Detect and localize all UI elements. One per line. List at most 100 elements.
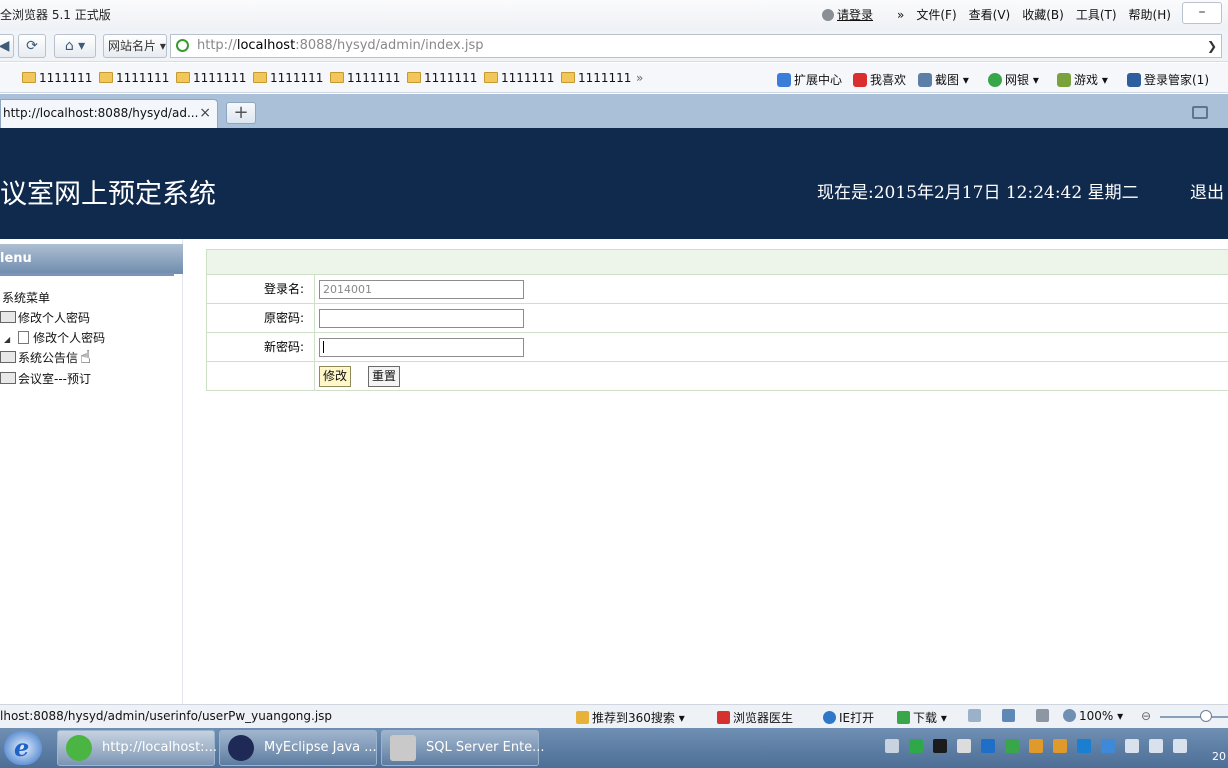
tree-item-announcements[interactable]: 系统公告信 — [0, 349, 78, 366]
tree-item-change-password[interactable]: 修改个人密码 — [0, 309, 90, 326]
clock-text: 现在是:2015年2月17日 12:24:42 星期二 — [817, 183, 1139, 203]
address-bar[interactable]: http://localhost:8088/hysyd/admin/index.… — [170, 34, 1222, 58]
menu-chevron-icon[interactable]: » — [897, 8, 904, 22]
extension-screenshot[interactable]: 截图 ▾ — [918, 71, 969, 88]
folder-icon — [253, 72, 267, 83]
app-tray-icon[interactable] — [1029, 739, 1043, 753]
app-tray-icon[interactable] — [1053, 739, 1067, 753]
menu-file[interactable]: 文件(F) — [916, 6, 956, 23]
key-icon — [1127, 73, 1141, 87]
folder-icon — [407, 72, 421, 83]
tree-item-change-password-page[interactable]: ◢ 修改个人密码 — [4, 329, 105, 346]
app-tray-icon[interactable] — [1077, 739, 1091, 753]
recommend-360-button[interactable]: 推荐到360搜索 ▾ — [576, 709, 685, 726]
favorites-overflow-icon[interactable]: » — [636, 71, 643, 85]
login-link[interactable]: 请登录 — [822, 6, 885, 23]
login-name-field[interactable]: 2014001 — [319, 280, 524, 299]
browser-app-title: 全浏览器 5.1 正式版 — [0, 8, 111, 22]
url-prefix: http:// — [197, 38, 237, 53]
folder-icon — [330, 72, 344, 83]
zoom-out-icon[interactable]: ⊖ — [1141, 709, 1151, 723]
extension-center[interactable]: 扩展中心 — [777, 71, 842, 88]
old-password-label: 原密码: — [207, 304, 315, 333]
ie-logo-icon: e — [14, 733, 30, 762]
taskbar-item-browser[interactable]: http://localhost:... — [57, 730, 217, 766]
tab-label: http://localhost:8088/hysyd/ad... — [3, 106, 199, 120]
favorite-item[interactable]: 1111111 — [99, 71, 169, 85]
favorite-item[interactable]: 1111111 — [484, 71, 554, 85]
menu-help[interactable]: 帮助(H) — [1129, 6, 1171, 23]
site-title: 议室网上预定系统 — [0, 179, 216, 210]
new-tab-button[interactable]: + — [226, 102, 256, 124]
shield-icon[interactable] — [1001, 709, 1015, 722]
extension-bank[interactable]: 网银 ▾ — [988, 71, 1039, 88]
restore-window-icon[interactable] — [1192, 106, 1208, 119]
favorite-item[interactable]: 1111111 — [253, 71, 323, 85]
shield-icon[interactable] — [1101, 739, 1115, 753]
menu-tools[interactable]: 工具(T) — [1076, 6, 1117, 23]
tree-root[interactable]: 系统菜单 — [2, 289, 50, 306]
reset-button[interactable]: 重置 — [368, 366, 401, 387]
minimize-button[interactable]: – — [1182, 2, 1222, 24]
old-password-field[interactable] — [319, 309, 524, 328]
refresh-button[interactable]: ⟳ — [18, 34, 46, 58]
globe-icon — [988, 73, 1002, 87]
usb-icon[interactable] — [1125, 739, 1139, 753]
start-button[interactable]: e — [4, 731, 42, 765]
menu-favorites[interactable]: 收藏(B) — [1022, 6, 1064, 23]
submit-button[interactable]: 修改 — [319, 366, 352, 387]
extension-login-manager[interactable]: 登录管家(1) — [1127, 71, 1209, 88]
clock-partial[interactable]: 20 — [1212, 750, 1226, 763]
back-button[interactable]: ◀ — [0, 34, 14, 58]
app-tray-icon[interactable] — [1005, 739, 1019, 753]
windows-taskbar: e http://localhost:... MyEclipse Java ..… — [0, 728, 1228, 768]
favorite-item[interactable]: 1111111 — [176, 71, 246, 85]
download-icon — [897, 711, 910, 724]
app-tray-icon[interactable] — [957, 739, 971, 753]
favorite-item[interactable]: 1111111 — [407, 71, 477, 85]
tab-localhost[interactable]: http://localhost:8088/hysyd/ad... × — [0, 99, 218, 128]
folder-icon — [0, 372, 16, 384]
scissors-icon — [918, 73, 932, 87]
address-dropdown-icon[interactable]: ❯ — [1207, 35, 1217, 57]
favorites-bar: 1111111 1111111 1111111 1111111 1111111 … — [0, 63, 1228, 93]
tree-expand-icon[interactable]: ◢ — [4, 335, 10, 344]
menu-header-divider — [0, 273, 174, 276]
extension-like[interactable]: 我喜欢 — [853, 71, 906, 88]
favorite-item[interactable]: 1111111 — [22, 71, 92, 85]
ie-open-button[interactable]: IE打开 — [823, 709, 874, 726]
login-name-label: 登录名: — [207, 275, 315, 304]
favorite-item[interactable]: 1111111 — [330, 71, 400, 85]
zoom-slider-handle[interactable] — [1200, 710, 1212, 722]
form-row-actions: 修改 重置 — [207, 362, 1228, 391]
window-icon[interactable] — [968, 709, 981, 722]
zoom-control[interactable]: 100% ▾ — [1063, 709, 1123, 723]
speaker-icon[interactable] — [1035, 709, 1049, 722]
app-tray-icon[interactable] — [909, 739, 923, 753]
taskbar-item-myeclipse[interactable]: MyEclipse Java ... — [219, 730, 377, 766]
folder-icon — [99, 72, 113, 83]
logout-link[interactable]: 退出 — [1190, 178, 1224, 203]
network-icon[interactable] — [1149, 739, 1163, 753]
folder-icon — [0, 351, 16, 363]
keyboard-icon[interactable] — [885, 739, 899, 753]
app-tray-icon[interactable] — [933, 739, 947, 753]
extension-games[interactable]: 游戏 ▾ — [1057, 71, 1108, 88]
home-button[interactable]: ⌂ ▾ — [54, 34, 96, 58]
tree-item-room-booking[interactable]: 会议室---预订 — [0, 370, 91, 387]
zoom-slider[interactable] — [1160, 716, 1228, 718]
site-card-button[interactable]: 网站名片 ▾ — [103, 34, 167, 58]
favorite-item[interactable]: 1111111 — [561, 71, 631, 85]
browser-icon — [66, 735, 92, 761]
menu-view[interactable]: 查看(V) — [969, 6, 1011, 23]
tab-close-icon[interactable]: × — [199, 100, 211, 127]
volume-icon[interactable] — [1173, 739, 1187, 753]
folder-icon — [0, 311, 16, 323]
form-row-old-password: 原密码: — [207, 304, 1228, 333]
download-button[interactable]: 下载 ▾ — [897, 709, 947, 726]
system-tray — [885, 739, 1197, 753]
browser-doctor-button[interactable]: 浏览器医生 — [717, 709, 793, 726]
app-tray-icon[interactable] — [981, 739, 995, 753]
new-password-field[interactable] — [319, 338, 524, 357]
taskbar-item-sqlserver[interactable]: SQL Server Ente... — [381, 730, 545, 766]
